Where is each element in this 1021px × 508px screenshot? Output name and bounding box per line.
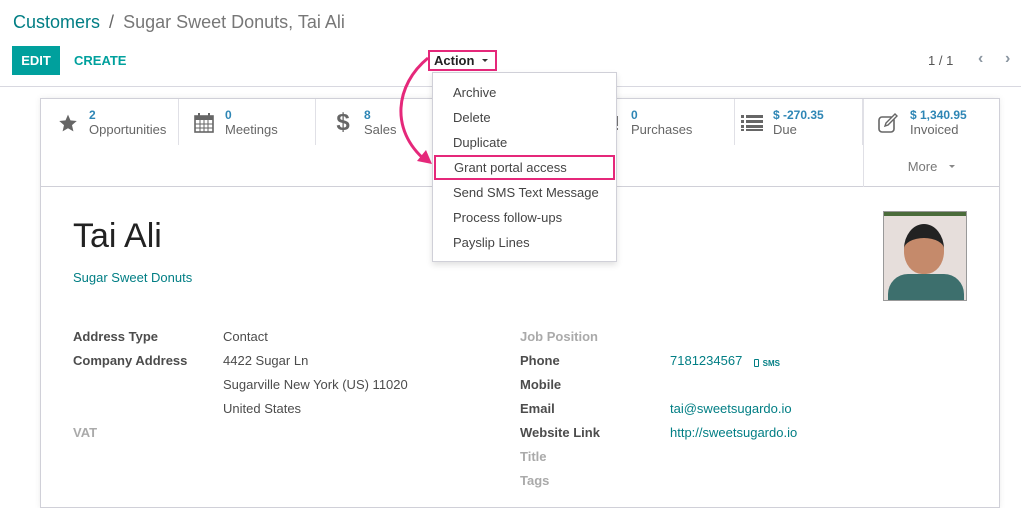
breadcrumb-customers-link[interactable]: Customers (13, 12, 100, 32)
avatar-face (904, 224, 944, 274)
menu-item-payslip-lines[interactable]: Payslip Lines (433, 230, 616, 255)
stat-label: Sales (364, 122, 397, 137)
company-link[interactable]: Sugar Sweet Donuts (73, 270, 192, 285)
calendar-icon (191, 111, 217, 135)
stat-value: $ -270.35 (773, 108, 824, 122)
star-icon (55, 111, 81, 135)
more-label: More (907, 158, 938, 174)
more-button[interactable]: More (863, 145, 999, 187)
phone-label: Phone (520, 353, 560, 368)
create-button[interactable]: CREATE (74, 53, 126, 68)
country-value: United States (223, 401, 302, 416)
chevron-left-icon[interactable]: ‹ (978, 50, 983, 68)
meetings-button[interactable]: 0 Meetings (179, 99, 316, 145)
chevron-right-icon[interactable]: › (1005, 50, 1010, 68)
company-address-label: Company Address (73, 353, 188, 368)
edit-icon (876, 111, 902, 135)
sms-button[interactable]: SMS (754, 354, 780, 369)
email-value[interactable]: tai@sweetsugardo.io (670, 401, 792, 416)
stat-label: Opportunities (89, 122, 167, 137)
mobile-phone-icon (754, 358, 759, 367)
stat-label: Invoiced (910, 122, 959, 137)
edit-button[interactable]: EDIT (12, 46, 60, 75)
action-label: Action (434, 53, 475, 68)
pager-value[interactable]: 1 / 1 (928, 53, 953, 68)
website-label: Website Link (520, 425, 600, 440)
tags-label: Tags (520, 473, 550, 488)
breadcrumb: Customers / Sugar Sweet Donuts, Tai Ali (13, 12, 345, 33)
due-button[interactable]: $ -270.35 Due (735, 99, 863, 145)
action-dropdown-menu: Archive Delete Duplicate Grant portal ac… (432, 72, 617, 262)
contact-avatar (883, 211, 967, 301)
dollar-icon: $ (336, 109, 350, 136)
invoiced-button[interactable]: $ 1,340.95 Invoiced (863, 99, 999, 145)
vat-label: VAT (73, 425, 98, 440)
stat-value: 2 (89, 108, 96, 122)
title-label: Title (520, 449, 547, 464)
purchases-button[interactable]: 0 Purchases (597, 99, 735, 145)
stat-value: 0 (225, 108, 232, 122)
stat-value: 8 (364, 108, 371, 122)
avatar-jacket (888, 274, 964, 300)
contact-name: Tai Ali (73, 217, 162, 255)
job-position-label: Job Position (520, 329, 598, 344)
breadcrumb-current: Sugar Sweet Donuts, Tai Ali (123, 12, 345, 32)
opportunities-button[interactable]: 2 Opportunities (41, 99, 179, 145)
list-icon (739, 111, 765, 135)
action-dropdown-button[interactable]: Action (428, 50, 497, 71)
menu-item-grant-portal-access[interactable]: Grant portal access (434, 155, 615, 180)
stat-label: Due (773, 122, 797, 137)
menu-item-delete[interactable]: Delete (433, 105, 616, 130)
mobile-label: Mobile (520, 377, 562, 392)
menu-item-archive[interactable]: Archive (433, 80, 616, 105)
stat-value: 0 (631, 108, 638, 122)
stat-label: Meetings (225, 122, 278, 137)
caret-down-icon (482, 59, 489, 62)
menu-item-process-follow-ups[interactable]: Process follow-ups (433, 205, 616, 230)
stat-value: $ 1,340.95 (910, 108, 967, 122)
phone-value[interactable]: 7181234567 (670, 353, 742, 368)
city-line-value: Sugarville New York (US) 11020 (223, 377, 408, 392)
menu-item-duplicate[interactable]: Duplicate (433, 130, 616, 155)
address-type-label: Address Type (73, 329, 159, 344)
sms-label: SMS (762, 359, 780, 368)
street-value: 4422 Sugar Ln (223, 353, 309, 368)
stat-label: Purchases (631, 122, 693, 137)
address-type-value: Contact (223, 329, 268, 344)
website-value[interactable]: http://sweetsugardo.io (670, 425, 797, 440)
caret-down-icon (949, 164, 956, 168)
breadcrumb-separator: / (109, 12, 115, 32)
email-label: Email (520, 401, 555, 416)
menu-item-send-sms[interactable]: Send SMS Text Message (433, 180, 616, 205)
